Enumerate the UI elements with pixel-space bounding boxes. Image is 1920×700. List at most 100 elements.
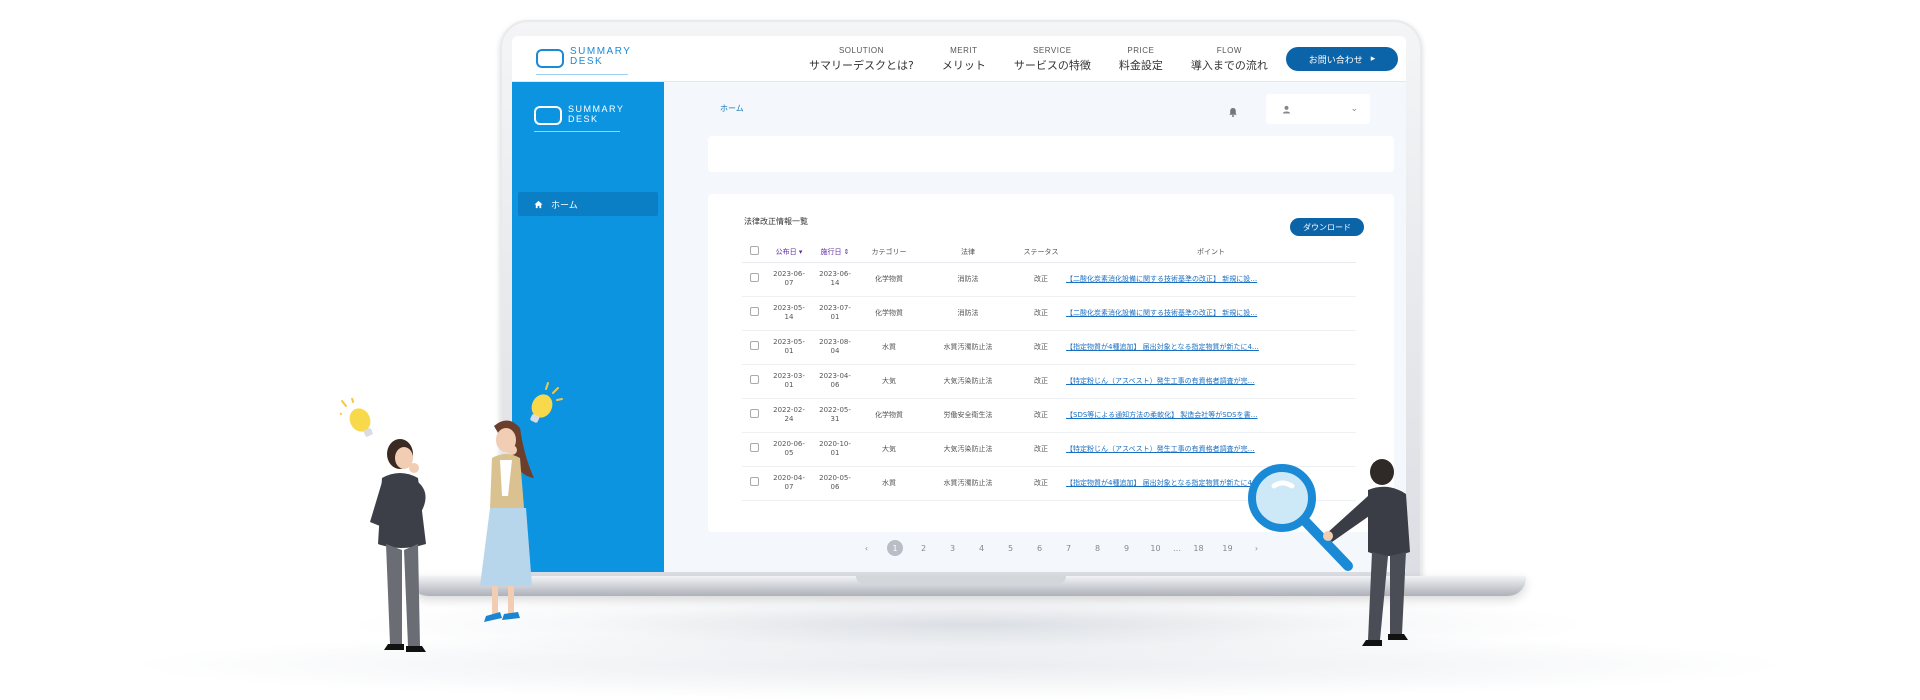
- sidebar-logo-line2: DESK: [568, 114, 599, 124]
- row-checkbox[interactable]: [749, 307, 759, 316]
- site-logo[interactable]: SUMMARY DESK: [536, 47, 631, 75]
- pager-ellipsis: …: [1173, 543, 1181, 553]
- home-icon: [534, 200, 543, 208]
- cell-published-part1: 2023-06-: [773, 270, 805, 278]
- cell-effective-part2: 14: [830, 279, 840, 287]
- cell-point-link[interactable]: 【SDS等による通知方法の柔軟化】 製造会社等がSDSを書…: [1066, 398, 1356, 433]
- table-header-row: 公布日 ▾ 施行日 ⇕ カテゴリー 法律 ステータス ポイント: [742, 242, 1356, 263]
- table-row[interactable]: 2022-02- 24 2022-05- 31 化学物質 労働安全衛生法 改正 【SDS等によ…: [742, 398, 1356, 433]
- pager-page-8[interactable]: 8: [1083, 544, 1112, 553]
- cell-published-part1: 2023-05-: [773, 338, 805, 346]
- book-logo-icon: [536, 47, 564, 68]
- bell-icon[interactable]: [1226, 105, 1240, 119]
- pager-page-4[interactable]: 4: [967, 544, 996, 553]
- cell-effective-part2: 04: [830, 347, 840, 355]
- row-select-cell: [742, 466, 766, 501]
- cell-published-part1: 2022-02-: [773, 406, 805, 414]
- cell-status: 改正: [1016, 364, 1066, 399]
- cell-effective-part1: 2023-04-: [819, 372, 851, 380]
- row-select-cell: [742, 364, 766, 399]
- table-row[interactable]: 2023-05- 14 2023-07- 01 化学物質 消防法 改正 【二酸化炭素消化設備に…: [742, 296, 1356, 331]
- row-select-cell: [742, 432, 766, 467]
- cell-point-link[interactable]: 【二酸化炭素消化設備に関する技術基準の改正】 新規に設…: [1066, 262, 1356, 297]
- nav-price[interactable]: PRICE 料金設定: [1105, 46, 1177, 73]
- nav-merit-ja: メリット: [941, 59, 986, 72]
- pager-page-9[interactable]: 9: [1112, 544, 1141, 553]
- notice-card: [708, 136, 1394, 172]
- cell-effective: 2020-10- 01: [812, 432, 858, 467]
- cell-published-part1: 2023-03-: [773, 372, 805, 380]
- contact-button[interactable]: お問い合わせ ▸: [1286, 47, 1398, 71]
- table-row[interactable]: 2023-05- 01 2023-08- 04 水質 水質汚濁防止法 改正 【指定物質が4種追…: [742, 330, 1356, 365]
- cell-point-link[interactable]: 【二酸化炭素消化設備に関する技術基準の改正】 新規に設…: [1066, 296, 1356, 331]
- row-checkbox[interactable]: [749, 273, 759, 282]
- nav-service[interactable]: SERVICE サービスの特徴: [1000, 46, 1105, 73]
- businessman-magnifier-figure: [1248, 459, 1410, 646]
- cell-category: 化学物質: [858, 296, 920, 331]
- hero-illustration: SUMMARY DESK SOLUTION サマリーデスクとは? MERIT メリッ…: [0, 0, 1920, 700]
- cell-status: 改正: [1016, 296, 1066, 331]
- laptop-notch: [856, 576, 1066, 584]
- nav-price-ja: 料金設定: [1118, 59, 1163, 72]
- cell-point-link[interactable]: 【指定物質が4種追加】 届出対象となる指定物質が新たに4…: [1066, 330, 1356, 365]
- sidebar-logo[interactable]: SUMMARY DESK: [534, 104, 624, 132]
- row-select-cell: [742, 398, 766, 433]
- cell-law: 労働安全衛生法: [920, 398, 1016, 433]
- cell-published-part2: 14: [784, 313, 794, 321]
- book-logo-icon: [534, 104, 562, 125]
- pager-page-2[interactable]: 2: [909, 544, 938, 553]
- user-menu[interactable]: ⌄: [1266, 94, 1370, 124]
- row-checkbox[interactable]: [749, 341, 759, 350]
- row-select-cell: [742, 262, 766, 297]
- cell-effective: 2023-06- 14: [812, 262, 858, 297]
- download-button[interactable]: ダウンロード: [1290, 218, 1364, 236]
- sidebar-item-home[interactable]: ホーム: [518, 192, 658, 216]
- pager-page-5[interactable]: 5: [996, 544, 1025, 553]
- sidebar-logo-underline: [534, 131, 620, 132]
- select-all-cell: [742, 242, 766, 263]
- pager-page-3[interactable]: 3: [938, 544, 967, 553]
- breadcrumb[interactable]: ホーム: [720, 103, 744, 114]
- pager-page-6[interactable]: 6: [1025, 544, 1054, 553]
- col-point: ポイント: [1066, 242, 1356, 263]
- businessman-thinking-figure: [370, 439, 426, 652]
- pager-page-7[interactable]: 7: [1054, 544, 1083, 553]
- cell-status: 改正: [1016, 432, 1066, 467]
- cell-effective-part1: 2022-05-: [819, 406, 851, 414]
- logo-underline: [536, 74, 628, 75]
- cell-effective-part2: 06: [830, 381, 840, 389]
- cell-effective-part1: 2020-10-: [819, 440, 851, 448]
- cell-category: 大気: [858, 364, 920, 399]
- nav-solution[interactable]: SOLUTION サマリーデスクとは?: [795, 46, 928, 73]
- pager-page-18[interactable]: 18: [1184, 544, 1213, 553]
- pager-page-1[interactable]: 1: [887, 540, 903, 556]
- row-checkbox[interactable]: [749, 443, 759, 452]
- cell-effective-part1: 2023-06-: [819, 270, 851, 278]
- row-checkbox[interactable]: [749, 409, 759, 418]
- pager-page-19[interactable]: 19: [1213, 544, 1242, 553]
- row-checkbox[interactable]: [749, 375, 759, 384]
- row-checkbox[interactable]: [749, 477, 759, 486]
- user-icon: [1282, 105, 1291, 114]
- contact-button-label: お問い合わせ: [1308, 55, 1363, 66]
- cell-effective-part2: 01: [830, 313, 840, 321]
- nav-merit[interactable]: MERIT メリット: [928, 46, 1000, 73]
- cell-published-part2: 07: [784, 483, 794, 491]
- cell-published: 2022-02- 24: [766, 398, 812, 433]
- col-published[interactable]: 公布日 ▾: [766, 242, 812, 263]
- table-title: 法律改正情報一覧: [744, 217, 808, 226]
- nav-flow[interactable]: FLOW 導入までの流れ: [1177, 46, 1282, 73]
- table-row[interactable]: 2023-03- 01 2023-04- 06 大気 大気汚染防止法 改正 【特定粉じん（アス…: [742, 364, 1356, 399]
- cell-published: 2023-06- 07: [766, 262, 812, 297]
- table-row[interactable]: 2023-06- 07 2023-06- 14 化学物質 消防法 改正 【二酸化炭素消化設備に…: [742, 262, 1356, 297]
- cell-published-part1: 2020-06-: [773, 440, 805, 448]
- pager-prev-icon[interactable]: ‹: [852, 544, 881, 553]
- select-all-checkbox[interactable]: [749, 246, 759, 256]
- nav-price-en: PRICE: [1127, 46, 1155, 55]
- cell-law: 水質汚濁防止法: [920, 330, 1016, 365]
- pager-page-10[interactable]: 10: [1141, 544, 1170, 553]
- row-select-cell: [742, 296, 766, 331]
- cell-law: 大気汚染防止法: [920, 432, 1016, 467]
- cell-point-link[interactable]: 【特定粉じん（アスベスト）発生工事の有資格者調査が完…: [1066, 364, 1356, 399]
- col-effective[interactable]: 施行日 ⇕: [812, 242, 858, 263]
